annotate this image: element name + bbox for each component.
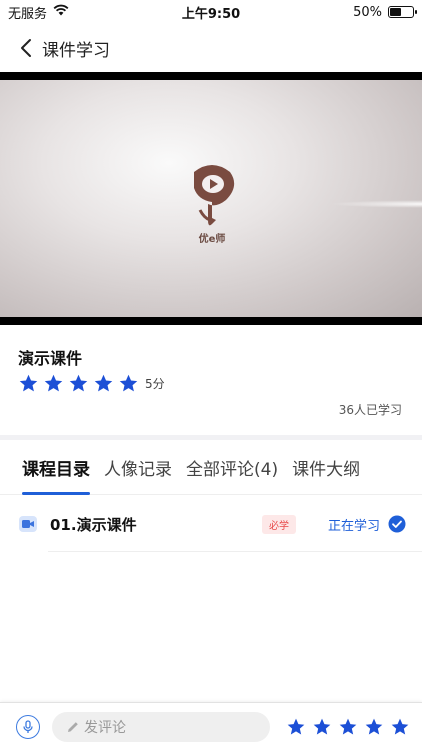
wifi-icon — [53, 4, 69, 20]
comment-input[interactable]: 发评论 — [52, 711, 270, 742]
rating-row: 5分 — [18, 373, 165, 394]
status-right: 50% — [353, 4, 417, 20]
lens-flare — [330, 200, 422, 208]
battery-level — [390, 8, 401, 16]
lesson-status: 正在学习 — [327, 518, 380, 534]
chevron-left-icon — [21, 39, 31, 57]
rate-star-icon[interactable] — [390, 717, 410, 737]
video-player[interactable]: 优e师 — [0, 72, 422, 325]
video-logo: 优e师 — [186, 162, 238, 252]
rate-star-icon[interactable] — [286, 717, 306, 737]
star-icon — [19, 374, 38, 392]
page-title: 课件学习 — [42, 40, 110, 61]
rate-star-icon[interactable] — [312, 717, 332, 737]
lesson-item[interactable]: 01.演示课件 必学 正在学习 — [0, 496, 422, 552]
status-bar: 无服务 上午9:50 50% — [0, 0, 422, 24]
rate-stars — [286, 717, 410, 737]
carrier-label: 无服务 — [8, 6, 48, 22]
star-icon — [44, 374, 63, 392]
rate-star-icon[interactable] — [364, 717, 384, 737]
logo-text: 优e师 — [198, 234, 226, 245]
star-icon — [94, 374, 113, 392]
tab-portrait-records[interactable]: 人像记录 — [104, 440, 172, 495]
pencil-icon — [68, 721, 78, 732]
required-badge: 必学 — [261, 514, 296, 534]
tab-bar: 课程目录 人像记录 全部评论(4) 课件大纲 — [0, 440, 422, 495]
video-lesson-icon — [19, 516, 37, 532]
course-info: 演示课件 5分 36人已学习 — [0, 325, 422, 435]
tab-catalog[interactable]: 课程目录 — [22, 440, 90, 495]
microphone-icon — [23, 719, 33, 733]
back-button[interactable] — [16, 34, 36, 62]
star-icon — [69, 374, 88, 392]
battery-percent: 50% — [353, 4, 382, 20]
check-circle-icon — [388, 515, 406, 533]
course-title: 演示课件 — [18, 349, 83, 368]
lesson-title: 01.演示课件 — [50, 515, 137, 534]
video-frame: 优e师 — [0, 80, 422, 317]
voice-button[interactable] — [16, 714, 40, 739]
rate-star-icon[interactable] — [338, 717, 358, 737]
comment-bar: 发评论 — [0, 702, 422, 750]
nav-bar: 课件学习 — [0, 24, 422, 72]
tab-outline[interactable]: 课件大纲 — [292, 440, 360, 495]
status-left: 无服务 — [8, 3, 69, 22]
comment-placeholder: 发评论 — [84, 719, 126, 736]
rating-score: 5分 — [145, 377, 165, 391]
learner-count: 36人已学习 — [338, 403, 402, 417]
tab-all-comments[interactable]: 全部评论(4) — [186, 440, 278, 495]
star-icon — [119, 374, 138, 392]
play-logo-icon — [194, 165, 235, 226]
battery-icon — [388, 6, 417, 18]
